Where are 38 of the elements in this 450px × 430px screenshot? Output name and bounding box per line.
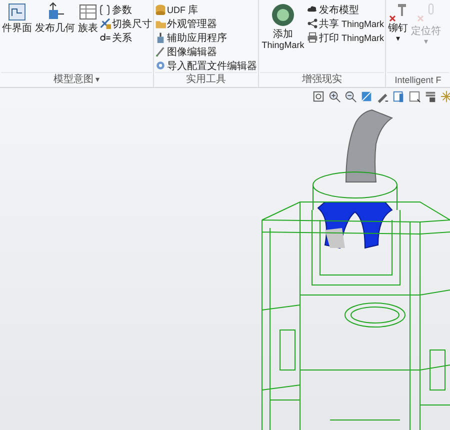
dropdown-arrow[interactable]: ▾ — [96, 75, 100, 84]
diagram-icon — [7, 2, 27, 22]
ribbon-button[interactable]: 图像编辑器 — [155, 45, 257, 58]
zoom-fit-icon[interactable] — [312, 90, 325, 103]
ribbon-button[interactable]: 件界面 — [1, 2, 33, 72]
ribbon-button[interactable]: 参数 — [100, 3, 152, 16]
ribbon-button[interactable]: 发布模型 — [307, 3, 384, 16]
brush-icon — [155, 46, 166, 57]
folder-icon — [155, 18, 166, 29]
braces-icon — [100, 4, 111, 15]
tool-icon — [155, 32, 166, 43]
group-label: 增强现实 — [302, 74, 342, 85]
dimension-icon — [100, 18, 111, 29]
group-label: Intelligent F — [394, 75, 442, 86]
ribbon-button[interactable]: 辅助应用程序 — [155, 31, 257, 44]
ribbon-button[interactable]: 外观管理器 — [155, 17, 257, 30]
database-icon — [155, 4, 166, 15]
printer-icon — [307, 32, 318, 43]
zoom-out-icon[interactable] — [344, 90, 357, 103]
group-label: 实用工具 — [186, 74, 226, 85]
target-icon — [270, 2, 296, 28]
ribbon-button[interactable]: 打印 ThingMark — [307, 31, 384, 44]
equation-icon — [100, 32, 111, 43]
share-icon — [307, 18, 318, 29]
ribbon-button[interactable]: UDF 库 — [155, 3, 257, 16]
ribbon-button[interactable]: 添加 ThingMark — [260, 2, 306, 72]
ribbon-button[interactable]: 导入配置文件编辑器 — [155, 59, 257, 72]
ribbon-button[interactable]: 切换尺寸 — [100, 17, 152, 30]
ribbon-button[interactable]: 族表 — [77, 2, 99, 72]
pin-icon — [416, 2, 436, 22]
ribbon-button[interactable]: 关系 — [100, 31, 152, 44]
group-label: 模型意图 — [54, 74, 94, 85]
ribbon-button[interactable]: 共享 ThingMark — [307, 17, 384, 30]
ribbon-button[interactable]: 铆钉 ▾ — [387, 2, 410, 72]
ribbon-button[interactable]: 发布几何 — [34, 2, 76, 72]
zoom-in-icon[interactable] — [328, 90, 341, 103]
layers-icon[interactable] — [424, 90, 437, 103]
rivet-icon — [388, 2, 408, 22]
